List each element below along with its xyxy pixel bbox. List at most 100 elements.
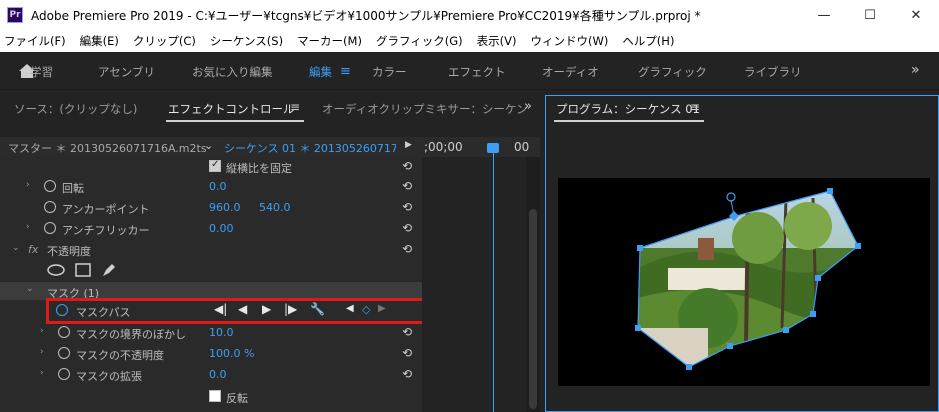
- mask-feather-value[interactable]: 10.0: [209, 326, 234, 339]
- tab-source[interactable]: ソース：(クリップなし): [14, 101, 137, 117]
- mask-expansion-row: › マスクの拡張 0.0 ⟲: [0, 365, 422, 385]
- play-triangle-icon[interactable]: ▶: [405, 140, 412, 150]
- active-tab-indicator: [166, 120, 304, 122]
- mask-opacity-row: › マスクの不透明度 100.0 % ⟲: [0, 344, 422, 364]
- fx-icon[interactable]: fx: [28, 243, 38, 256]
- menu-help[interactable]: ヘルプ(H): [622, 33, 674, 49]
- inverted-checkbox[interactable]: [209, 390, 221, 402]
- program-monitor-title[interactable]: プログラム：シーケンス 01: [556, 101, 700, 117]
- workspace-editing[interactable]: 編集: [309, 64, 332, 80]
- mask-expansion-value[interactable]: 0.0: [209, 368, 227, 381]
- masked-video-preview: [635, 188, 861, 370]
- title-bar: Pr Adobe Premiere Pro 2019 - C:¥ユーザー¥tcg…: [0, 0, 939, 30]
- reset-icon[interactable]: ⟲: [402, 325, 412, 339]
- panel-menu-icon[interactable]: ≡: [290, 100, 300, 114]
- menu-marker[interactable]: マーカー(M): [297, 33, 362, 49]
- menu-graphics[interactable]: グラフィック(G): [376, 33, 463, 49]
- expand-arrow-icon[interactable]: ›: [40, 347, 44, 357]
- minimize-button[interactable]: —: [801, 0, 847, 30]
- more-panels-icon[interactable]: »: [524, 99, 532, 114]
- inverted-row: 反転: [0, 387, 422, 407]
- ellipse-mask-icon[interactable]: [46, 264, 66, 276]
- tab-effect-controls[interactable]: エフェクトコントロール: [168, 101, 295, 117]
- opacity-row: ⌄ fx 不透明度 ⟲: [0, 240, 422, 260]
- workspace-libraries[interactable]: ライブラリ: [744, 64, 802, 80]
- close-button[interactable]: ✕: [893, 0, 939, 30]
- expand-arrow-icon[interactable]: ›: [40, 368, 44, 378]
- master-clip-row: マスター ＊ 20130526071716A.m2ts ⌄ シーケンス 01 ＊…: [0, 137, 540, 157]
- left-panel-tabs: ソース：(クリップなし) エフェクトコントロール ≡ オーディオクリップミキサー…: [0, 92, 540, 122]
- mask-tools-row: [0, 260, 422, 280]
- timeline-timecode: ;00;00: [424, 140, 463, 154]
- active-tab-indicator: [554, 120, 704, 122]
- menu-edit[interactable]: 編集(E): [80, 33, 119, 49]
- antiflicker-value[interactable]: 0.00: [209, 222, 234, 235]
- workspace-audio[interactable]: オーディオ: [542, 64, 599, 80]
- stopwatch-icon[interactable]: [58, 368, 70, 380]
- mask-opacity-value[interactable]: 100.0 %: [209, 347, 254, 360]
- expand-arrow-icon[interactable]: ›: [26, 222, 30, 232]
- menu-sequence[interactable]: シーケンス(S): [210, 33, 283, 49]
- menu-file[interactable]: ファイル(F): [4, 33, 66, 49]
- workspace-menu-icon[interactable]: ≡: [340, 64, 351, 79]
- workspaces-bar: 学習 アセンブリ お気に入り編集 編集 ≡ カラー エフェクト オーディオ グラ…: [0, 52, 939, 90]
- stopwatch-icon[interactable]: [44, 222, 56, 234]
- pen-mask-icon[interactable]: [101, 262, 117, 278]
- reset-icon[interactable]: ⟲: [402, 179, 412, 193]
- uniform-scale-checkbox[interactable]: [209, 159, 221, 172]
- stopwatch-icon[interactable]: [44, 180, 56, 192]
- reset-icon[interactable]: ⟲: [402, 221, 412, 235]
- menu-clip[interactable]: クリップ(C): [133, 33, 196, 49]
- more-workspaces-icon[interactable]: »: [911, 62, 920, 78]
- anchor-point-row: アンカーポイント 960.0 540.0 ⟲: [0, 198, 422, 218]
- mask-opacity-label: マスクの不透明度: [76, 349, 164, 362]
- stopwatch-icon[interactable]: [44, 201, 56, 213]
- uniform-scale-row: 縦横比を固定 ⟲: [0, 157, 422, 177]
- workspace-graphics[interactable]: グラフィック: [638, 64, 707, 80]
- collapse-arrow-icon[interactable]: ⌄: [26, 284, 34, 294]
- anchor-point-label: アンカーポイント: [62, 203, 150, 216]
- reset-icon[interactable]: ⟲: [402, 242, 412, 256]
- expand-arrow-icon[interactable]: ›: [26, 180, 30, 190]
- window-title: Adobe Premiere Pro 2019 - C:¥ユーザー¥tcgns¥…: [31, 8, 701, 23]
- workspace-assembly[interactable]: アセンブリ: [98, 64, 155, 80]
- playhead-line: [493, 150, 494, 412]
- stopwatch-icon[interactable]: [58, 347, 70, 359]
- anchor-y-value[interactable]: 540.0: [259, 201, 291, 214]
- menu-window[interactable]: ウィンドウ(W): [530, 33, 608, 49]
- reset-icon[interactable]: ⟲: [402, 367, 412, 381]
- inverted-label: 反転: [226, 392, 248, 405]
- video-frame[interactable]: [558, 178, 930, 386]
- workspace-favorite-edit[interactable]: お気に入り編集: [192, 64, 273, 80]
- menu-bar: ファイル(F) 編集(E) クリップ(C) シーケンス(S) マーカー(M) グ…: [0, 30, 939, 52]
- reset-icon[interactable]: ⟲: [402, 159, 412, 173]
- tab-audio-clip-mixer[interactable]: オーディオクリップミキサー：シーケン: [322, 101, 528, 117]
- reset-icon[interactable]: ⟲: [402, 200, 412, 214]
- playhead-handle[interactable]: [487, 143, 499, 153]
- stopwatch-icon[interactable]: [58, 326, 70, 338]
- opacity-label: 不透明度: [47, 245, 91, 258]
- reset-icon[interactable]: ⟲: [402, 346, 412, 360]
- chevron-down-icon[interactable]: ⌄: [204, 139, 213, 152]
- rotation-value[interactable]: 0.0: [209, 180, 227, 193]
- timeline-timecode-2: 00: [514, 140, 530, 154]
- maximize-button[interactable]: ☐: [847, 0, 893, 30]
- panel-menu-icon[interactable]: ≡: [690, 100, 700, 114]
- sequence-clip-label[interactable]: シーケンス 01 ＊ 2013052607171...: [224, 140, 396, 156]
- scrollbar-thumb[interactable]: [529, 209, 537, 409]
- rotation-label: 回転: [62, 182, 84, 195]
- workspace-color[interactable]: カラー: [372, 64, 407, 80]
- rotation-row: › 回転 0.0 ⟲: [0, 177, 422, 197]
- master-clip-label[interactable]: マスター ＊ 20130526071716A.m2ts: [8, 140, 207, 156]
- anchor-x-value[interactable]: 960.0: [209, 201, 241, 214]
- premiere-app-icon: Pr: [7, 7, 23, 23]
- collapse-arrow-icon[interactable]: ⌄: [12, 243, 20, 253]
- effect-timeline[interactable]: [422, 157, 526, 412]
- menu-view[interactable]: 表示(V): [477, 33, 517, 49]
- mask-expansion-label: マスクの拡張: [76, 370, 142, 383]
- rectangle-mask-icon[interactable]: [75, 263, 91, 277]
- vertical-scrollbar[interactable]: [526, 157, 540, 412]
- workspace-learning[interactable]: 学習: [30, 64, 53, 80]
- expand-arrow-icon[interactable]: ›: [40, 326, 44, 336]
- workspace-effects[interactable]: エフェクト: [448, 64, 506, 80]
